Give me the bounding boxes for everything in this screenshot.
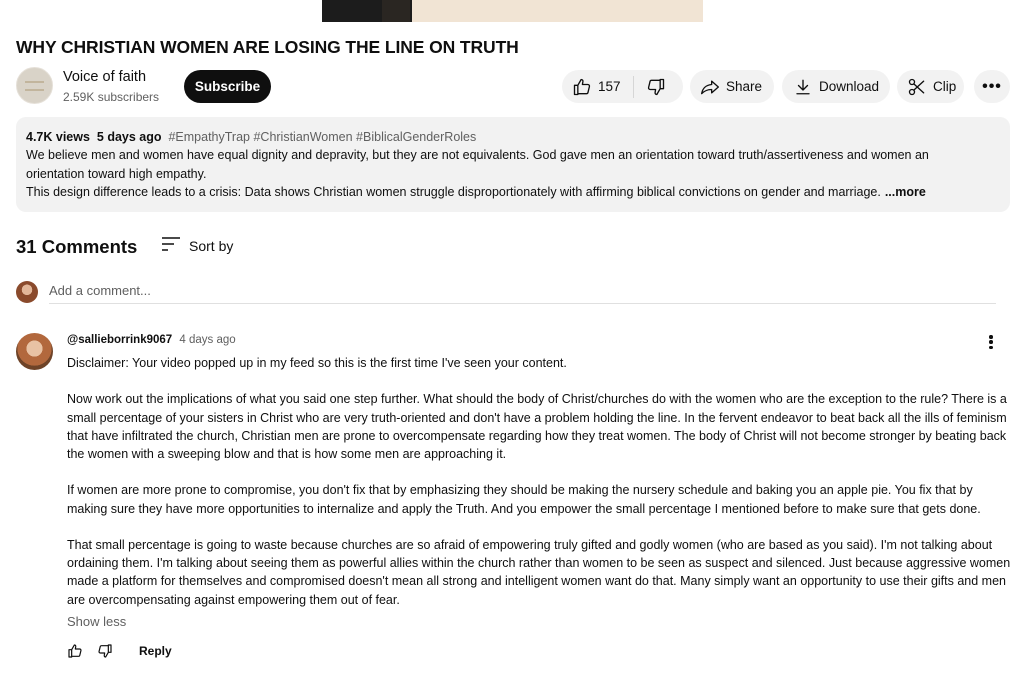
comment-input-underline <box>49 303 996 304</box>
description-line: orientation toward high empathy. <box>26 166 207 181</box>
commenter-avatar[interactable] <box>16 333 53 370</box>
like-dislike-group: 157 <box>562 70 683 103</box>
description-meta: 4.7K views 5 days ago #EmpathyTrap #Chri… <box>26 128 1000 146</box>
description-last-line: This design difference leads to a crisis… <box>26 183 1000 201</box>
video-title: WHY CHRISTIAN WOMEN ARE LOSING THE LINE … <box>16 37 519 57</box>
share-label: Share <box>726 79 763 94</box>
add-comment-input[interactable]: Add a comment... <box>49 283 151 298</box>
more-horizontal-icon: ••• <box>982 77 1002 95</box>
comment-paragraph: Now work out the implications of what yo… <box>67 392 1007 461</box>
video-thumbnail-strip <box>322 0 703 22</box>
comment-time[interactable]: 4 days ago <box>179 334 235 346</box>
share-button[interactable]: Share <box>690 70 774 103</box>
clip-label: Clip <box>933 79 957 94</box>
comment-paragraph: Disclaimer: Your video popped up in my f… <box>67 356 567 370</box>
channel-name[interactable]: Voice of faith <box>63 69 146 85</box>
comment-paragraph: If women are more prone to compromise, y… <box>67 483 981 516</box>
upload-age: 5 days ago <box>96 130 162 144</box>
sort-by-button[interactable]: Sort by <box>161 236 233 255</box>
download-icon <box>794 77 812 97</box>
thumbnail-shade <box>382 0 410 22</box>
subscribe-button[interactable]: Subscribe <box>184 70 271 103</box>
description-box[interactable]: 4.7K views 5 days ago #EmpathyTrap #Chri… <box>16 117 1010 212</box>
download-button[interactable]: Download <box>782 70 890 103</box>
like-count: 157 <box>598 79 621 94</box>
comment-header: @sallieborrink9067 4 days ago <box>67 334 236 346</box>
comment-text: Disclaimer: Your video popped up in my f… <box>67 354 1014 609</box>
thumbs-down-icon <box>646 77 666 97</box>
comments-count: 31 Comments <box>16 236 138 257</box>
comment-menu-icon[interactable] <box>984 333 998 351</box>
comment-like-icon[interactable] <box>67 643 83 659</box>
description-line: We believe men and women have equal dign… <box>26 148 929 163</box>
comment-dislike-icon[interactable] <box>97 643 113 659</box>
user-avatar <box>16 281 38 303</box>
clip-button[interactable]: Clip <box>897 70 964 103</box>
sort-icon <box>161 236 181 255</box>
like-button[interactable]: 157 <box>562 75 634 98</box>
share-icon <box>700 77 720 97</box>
comments-header: 31 Comments Sort by <box>16 236 233 258</box>
thumbs-up-icon <box>572 77 592 97</box>
more-actions-button[interactable]: ••• <box>974 70 1010 103</box>
comment-actions: Reply <box>67 642 172 660</box>
channel-avatar[interactable] <box>16 67 53 104</box>
channel-row: Voice of faith 2.59K subscribers Subscri… <box>16 67 1010 105</box>
subscriber-count: 2.59K subscribers <box>63 90 160 104</box>
sort-by-label: Sort by <box>189 237 234 254</box>
description-line: This design difference leads to a crisis… <box>26 184 881 199</box>
dislike-button[interactable] <box>634 77 666 97</box>
commenter-handle[interactable]: @sallieborrink9067 <box>67 334 172 346</box>
download-label: Download <box>819 79 880 94</box>
view-count: 4.7K views <box>26 130 90 144</box>
add-comment-row: Add a comment... <box>16 281 996 305</box>
show-more-link[interactable]: ...more <box>885 183 926 201</box>
comment-paragraph: That small percentage is going to waste … <box>67 537 1011 607</box>
show-less-link[interactable]: Show less <box>67 614 126 629</box>
hashtags[interactable]: #EmpathyTrap #ChristianWomen #BiblicalGe… <box>168 130 476 144</box>
reply-button[interactable]: Reply <box>139 644 172 658</box>
scissors-icon <box>907 77 927 97</box>
